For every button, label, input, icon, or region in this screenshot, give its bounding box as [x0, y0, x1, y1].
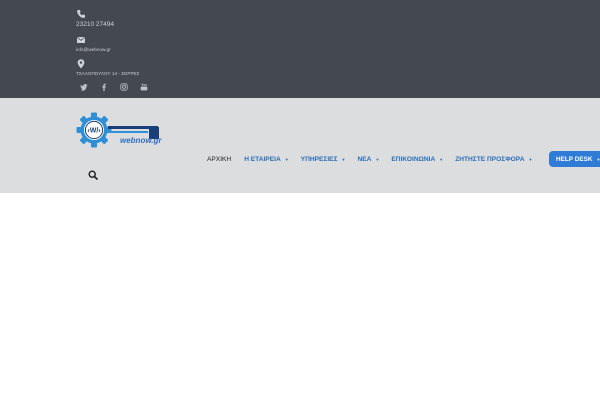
phone-icon [77, 10, 85, 18]
facebook-icon[interactable] [98, 81, 109, 92]
caret-down-icon: ▼ [439, 156, 444, 162]
main-navigation: ΑΡΧΙΚΗ Η ΕΤΑΙΡΕΙΑ ▼ ΥΠΗΡΕΣΙΕΣ ▼ ΝΕΑ ▼ ΕΠΙΚΟ… [200, 152, 544, 166]
email-contact: info@webnow.gr [76, 35, 111, 52]
site-logo[interactable]: ‹W/› webnow.gr [75, 112, 163, 148]
address-contact: ΤΣΑΛΟΠΟΥΛΟΥ 14 - ΣΕΡΡΕΣ [76, 59, 140, 76]
nav-item-label: ΝΕΑ [357, 155, 372, 163]
top-contact-bar: 23210 27494 info@webnow.gr ΤΣΑΛΟΠΟΥΛΟΥ 1… [0, 0, 600, 98]
search-icon[interactable] [88, 170, 98, 180]
caret-down-icon: ▼ [528, 156, 533, 162]
nav-item-label: ΥΠΗΡΕΣΙΕΣ [300, 155, 338, 163]
caret-down-icon: ▼ [375, 156, 380, 162]
nav-item-request-quote[interactable]: ΖΗΤΗΣΤΕ ΠΡΟΣΦΟΡΑ ▼ [455, 156, 532, 163]
site-header: ‹W/› webnow.gr ΑΡΧΙΚΗ Η ΕΤΑΙΡΕΙΑ ▼ ΥΠΗΡΕΣ… [0, 98, 600, 193]
phone-contact: 23210 27494 [76, 9, 114, 28]
nav-item-news[interactable]: ΝΕΑ ▼ [358, 156, 380, 163]
help-desk-button[interactable]: HELP DESK ▼ [549, 151, 600, 167]
social-links [78, 81, 149, 92]
webnow-logo-graphic: ‹W/› webnow.gr [76, 112, 162, 148]
help-desk-label: HELP DESK [556, 155, 593, 163]
email-address[interactable]: info@webnow.gr [76, 47, 111, 52]
nav-item-label: ΕΠΙΚΟΙΝΩΝΙΑ [391, 155, 436, 163]
instagram-icon[interactable] [118, 81, 129, 92]
twitter-icon[interactable] [78, 81, 89, 92]
caret-down-icon: ▼ [596, 156, 600, 162]
nav-item-label: ΑΡΧΙΚΗ [207, 155, 232, 163]
envelope-icon [76, 36, 86, 43]
phone-number[interactable]: 23210 27494 [76, 21, 114, 28]
nav-item-label: ΖΗΤΗΣΤΕ ΠΡΟΣΦΟΡΑ [455, 155, 525, 163]
nav-item-label: Η ΕΤΑΙΡΕΙΑ [244, 155, 281, 163]
nav-item-contact[interactable]: ΕΠΙΚΟΙΝΩΝΙΑ ▼ [391, 156, 443, 163]
map-marker-icon [77, 59, 85, 69]
nav-item-home[interactable]: ΑΡΧΙΚΗ [207, 156, 231, 163]
svg-text:‹W/›: ‹W/› [87, 127, 101, 134]
nav-item-services[interactable]: ΥΠΗΡΕΣΙΕΣ ▼ [301, 156, 346, 163]
street-address: ΤΣΑΛΟΠΟΥΛΟΥ 14 - ΣΕΡΡΕΣ [76, 71, 140, 76]
main-content-area [0, 193, 600, 400]
caret-down-icon: ▼ [284, 156, 289, 162]
logo-wordmark: webnow.gr [120, 136, 162, 145]
nav-item-company[interactable]: Η ΕΤΑΙΡΕΙΑ ▼ [244, 156, 288, 163]
caret-down-icon: ▼ [341, 156, 346, 162]
youtube-icon[interactable] [138, 81, 149, 92]
